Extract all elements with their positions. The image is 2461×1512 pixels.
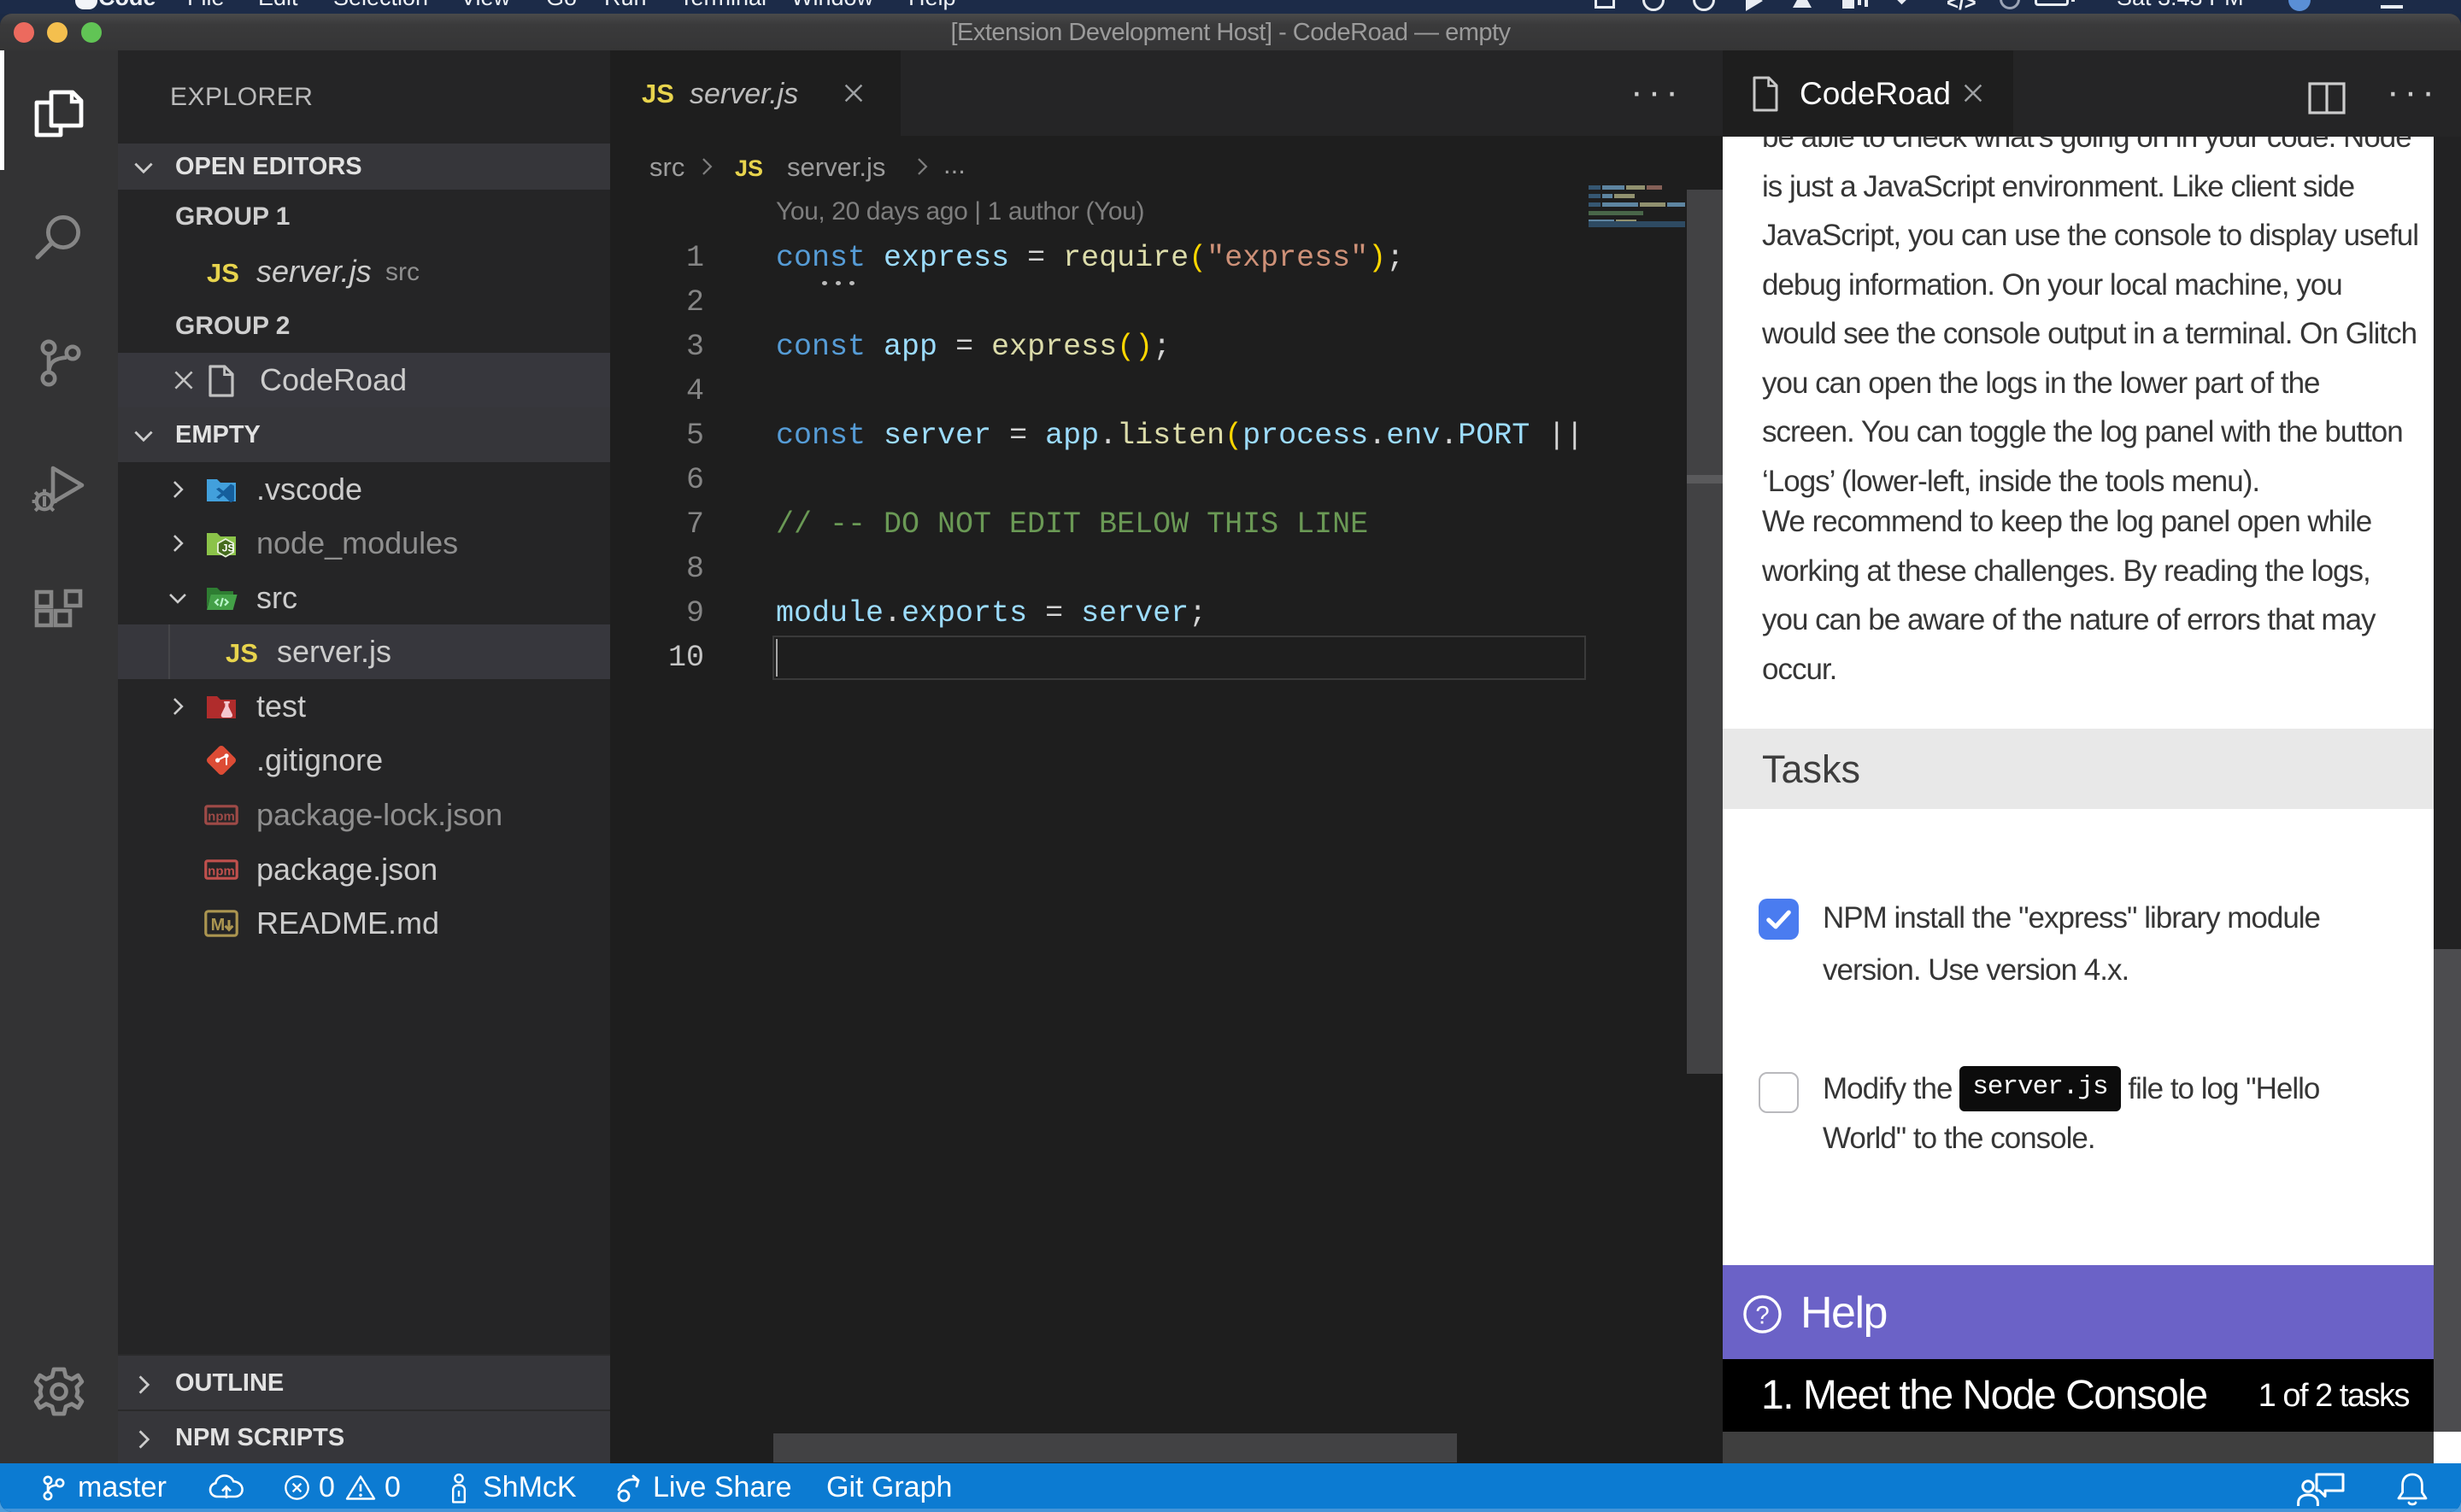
svg-text:npm: npm xyxy=(208,809,235,823)
svg-text:JS: JS xyxy=(222,542,235,554)
svg-text:M: M xyxy=(211,916,226,935)
svg-text:npm: npm xyxy=(208,864,235,878)
svg-text:?: ? xyxy=(1755,1301,1769,1329)
